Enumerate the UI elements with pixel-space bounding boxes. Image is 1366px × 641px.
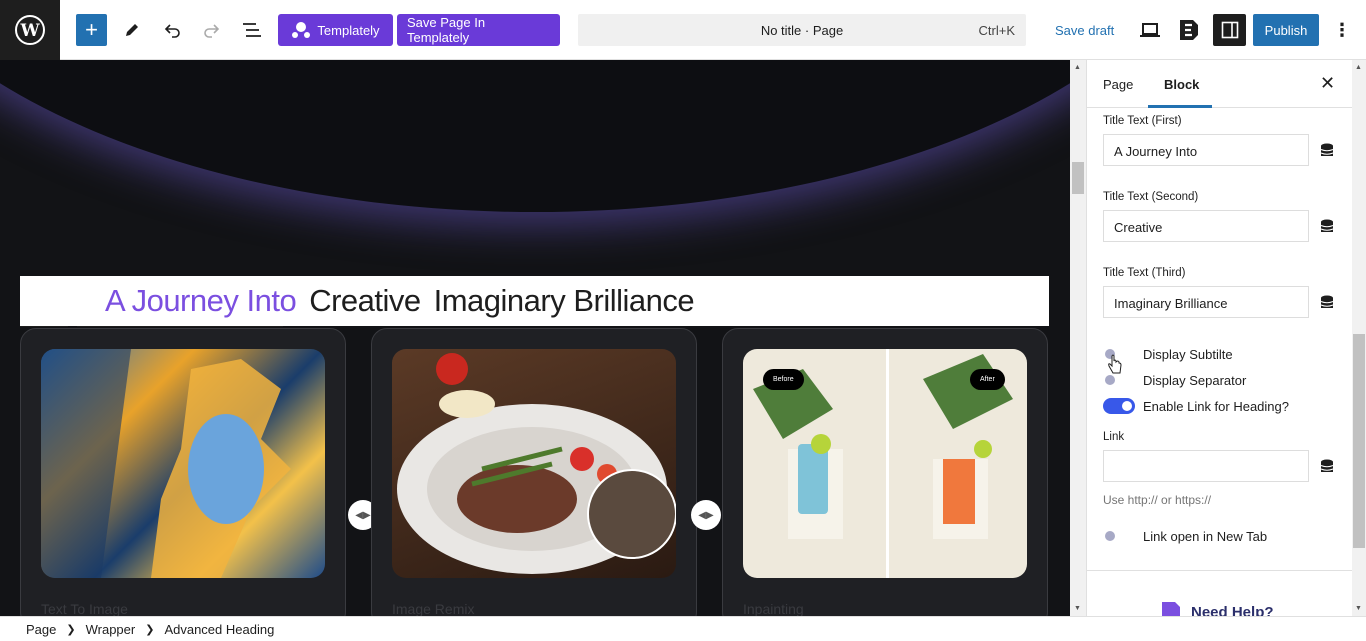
card-label: Image Remix <box>392 601 475 616</box>
document-overview-button[interactable] <box>238 14 266 46</box>
settings-sidebar: Page Block ✕ Title Text (First) A Journe… <box>1086 60 1366 616</box>
publish-button[interactable]: Publish <box>1253 14 1319 46</box>
card-label: Text To Image <box>41 601 128 616</box>
sidebar-tabs: Page Block ✕ <box>1087 60 1366 108</box>
document-title: No title · Page <box>760 23 844 38</box>
plus-icon: + <box>85 17 98 42</box>
close-icon[interactable]: ✕ <box>1320 73 1335 94</box>
wordpress-icon: W <box>15 15 45 45</box>
toggle-switch[interactable] <box>1103 398 1135 414</box>
heading-third-text: Imaginary Brilliance <box>433 283 695 318</box>
breadcrumb: Page ❯ Wrapper ❯ Advanced Heading <box>0 616 1366 641</box>
templately-icon <box>292 22 311 38</box>
scroll-up-icon[interactable]: ▲ <box>1074 64 1081 71</box>
toggle-label: Enable Link for Heading? <box>1143 398 1289 414</box>
sidebar-icon <box>1221 21 1238 39</box>
command-shortcut: Ctrl+K <box>978 23 1015 38</box>
field-label: Title Text (First) <box>1103 115 1182 127</box>
essential-blocks-button[interactable] <box>1175 14 1203 46</box>
scroll-up-icon[interactable]: ▲ <box>1355 64 1362 71</box>
arrows-horizontal-icon: ◀▶ <box>698 509 714 521</box>
after-badge: After <box>970 369 1005 390</box>
toggle-label: Display Subtilte <box>1143 346 1233 362</box>
preview-button[interactable] <box>1136 14 1164 46</box>
laptop-icon <box>1140 23 1160 37</box>
add-block-button[interactable]: + <box>76 14 107 46</box>
save-in-templately-label: Save Page In Templately <box>407 15 486 45</box>
undo-icon <box>164 24 180 38</box>
link-input[interactable] <box>1103 450 1309 482</box>
svg-text:W: W <box>19 21 40 41</box>
chevron-right-icon: ❯ <box>66 623 76 636</box>
active-tab-indicator <box>1148 105 1212 108</box>
tab-page[interactable]: Page <box>1103 77 1133 92</box>
toggle-switch[interactable] <box>1103 372 1135 388</box>
arrows-horizontal-icon: ◀▶ <box>355 509 371 521</box>
field-label: Title Text (Third) <box>1103 267 1186 279</box>
card-image-woman-portrait <box>41 349 325 578</box>
scroll-down-icon[interactable]: ▼ <box>1074 605 1081 612</box>
display-separator-toggle[interactable]: Display Separator <box>1103 372 1246 388</box>
feature-card: Image Remix <box>371 328 697 616</box>
chevron-right-icon: ❯ <box>145 623 155 636</box>
tab-block[interactable]: Block <box>1164 77 1199 92</box>
redo-button[interactable] <box>198 14 226 46</box>
feature-card: Text To Image <box>20 328 346 616</box>
dynamic-data-icon[interactable] <box>1320 143 1334 159</box>
field-label: Title Text (Second) <box>1103 191 1199 203</box>
advanced-heading-block[interactable]: A Journey Into Creative Imaginary Brilli… <box>20 276 1049 326</box>
heading-first-text: A Journey Into <box>105 283 297 318</box>
dynamic-data-icon[interactable] <box>1320 295 1334 311</box>
templately-label: Templately <box>317 22 380 38</box>
sidebar-scrollbar[interactable]: ▲ ▼ <box>1352 60 1366 616</box>
title-third-input[interactable]: Imaginary Brilliance <box>1103 286 1309 318</box>
list-view-icon <box>243 23 261 37</box>
pencil-icon <box>126 24 138 36</box>
dynamic-data-icon[interactable] <box>1320 219 1334 235</box>
breadcrumb-item-page[interactable]: Page <box>26 622 56 637</box>
more-vertical-icon: ⋮ <box>1333 19 1351 40</box>
wordpress-logo[interactable]: W <box>0 0 60 60</box>
card-label: Inpainting <box>743 601 804 616</box>
editor-topbar: W + Templately Save Page In Templately N… <box>0 0 1366 60</box>
undo-button[interactable] <box>158 14 186 46</box>
enable-link-toggle[interactable]: Enable Link for Heading? <box>1103 398 1289 414</box>
scrollbar-thumb[interactable] <box>1072 162 1084 194</box>
edit-tool-button[interactable] <box>118 14 146 46</box>
essential-blocks-icon <box>1180 20 1198 40</box>
editor-canvas: ⠿ ︿ ﹀ ⋮ A Journey Into Creative Imaginar… <box>0 60 1070 616</box>
scroll-down-icon[interactable]: ▼ <box>1355 605 1362 612</box>
document-bar[interactable]: No title · Page Ctrl+K <box>578 14 1026 46</box>
toggle-switch[interactable] <box>1103 528 1135 544</box>
heading-second-text: Creative <box>309 283 421 318</box>
breadcrumb-item-wrapper[interactable]: Wrapper <box>86 622 136 637</box>
compare-handle[interactable]: ◀▶ <box>691 500 721 530</box>
link-new-tab-toggle[interactable]: Link open in New Tab <box>1103 528 1267 544</box>
scrollbar-thumb[interactable] <box>1353 334 1365 548</box>
feature-card: Before After Inpainting <box>722 328 1048 616</box>
link-help-text: Use http:// or https:// <box>1103 493 1212 507</box>
card-image-steak-plate <box>392 349 676 578</box>
templately-button[interactable]: Templately <box>278 14 393 46</box>
options-menu-button[interactable]: ⋮ <box>1330 14 1354 46</box>
toggle-label: Display Separator <box>1143 372 1247 388</box>
essential-blocks-icon <box>1162 602 1180 616</box>
toggle-label: Link open in New Tab <box>1143 528 1268 544</box>
hero-arc-decoration <box>0 60 1070 212</box>
settings-toggle-button[interactable] <box>1213 14 1246 46</box>
redo-icon <box>204 24 220 38</box>
save-draft-button[interactable]: Save draft <box>1055 23 1114 38</box>
divider <box>1087 570 1353 571</box>
dynamic-data-icon[interactable] <box>1320 459 1334 475</box>
save-page-in-templately-button[interactable]: Save Page In Templately <box>397 14 560 46</box>
title-second-input[interactable]: Creative <box>1103 210 1309 242</box>
before-badge: Before <box>763 369 804 390</box>
need-help-panel[interactable]: Need Help? <box>1159 600 1274 616</box>
breadcrumb-item-advanced-heading[interactable]: Advanced Heading <box>164 622 274 637</box>
title-first-input[interactable]: A Journey Into <box>1103 134 1309 166</box>
canvas-scrollbar[interactable]: ▲ ▼ <box>1070 60 1086 616</box>
need-help-text: Need Help? <box>1191 603 1274 617</box>
link-label: Link <box>1103 431 1125 443</box>
